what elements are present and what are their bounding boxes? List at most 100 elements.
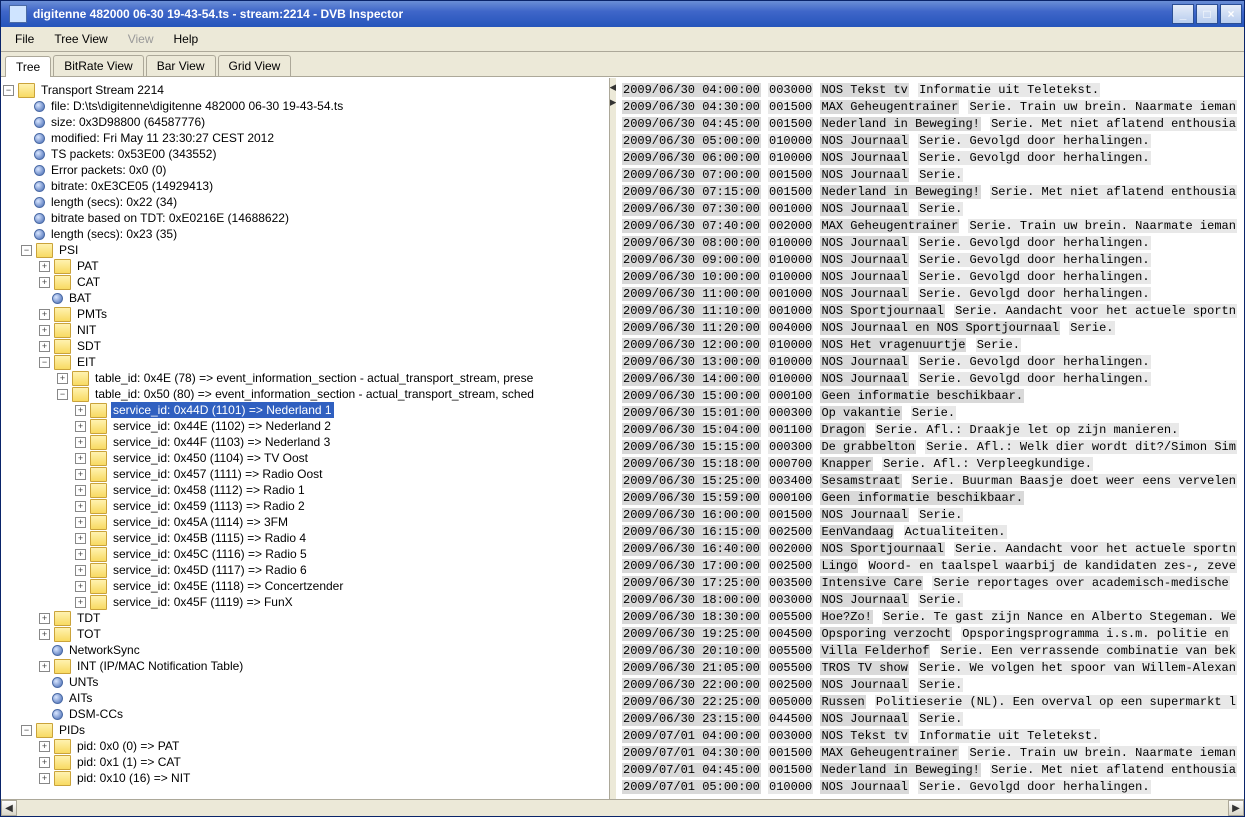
tree-toggle-icon[interactable]: + <box>75 597 86 608</box>
tree-toggle-icon[interactable]: + <box>75 437 86 448</box>
node-service-10[interactable]: +service_id: 0x45D (1117) => Radio 6 <box>3 562 607 578</box>
event-row[interactable]: 2009/06/30 18:00:00 003000 NOS Journaal … <box>622 592 1242 609</box>
tab-tree[interactable]: Tree <box>5 56 51 77</box>
event-row[interactable]: 2009/06/30 22:25:00 005000 Russen Politi… <box>622 694 1242 711</box>
event-row[interactable]: 2009/06/30 13:00:00 010000 NOS Journaal … <box>622 354 1242 371</box>
event-row[interactable]: 2009/06/30 04:00:00 003000 NOS Tekst tv … <box>622 82 1242 99</box>
node-service-5[interactable]: +service_id: 0x458 (1112) => Radio 1 <box>3 482 607 498</box>
event-row[interactable]: 2009/06/30 12:00:00 010000 NOS Het vrage… <box>622 337 1242 354</box>
node-service-1[interactable]: +service_id: 0x44E (1102) => Nederland 2 <box>3 418 607 434</box>
tree-toggle-icon[interactable]: + <box>39 261 50 272</box>
tree-toggle-icon[interactable]: + <box>39 341 50 352</box>
tree-toggle-icon[interactable]: + <box>39 629 50 640</box>
event-row[interactable]: 2009/06/30 11:20:00 004000 NOS Journaal … <box>622 320 1242 337</box>
menu-help[interactable]: Help <box>166 30 207 48</box>
event-row[interactable]: 2009/06/30 04:30:00 001500 MAX Geheugent… <box>622 99 1242 116</box>
menu-view[interactable]: View <box>120 30 162 48</box>
node-bitrate[interactable]: bitrate: 0xE3CE05 (14929413) <box>3 178 607 194</box>
event-row[interactable]: 2009/06/30 11:10:00 001000 NOS Sportjour… <box>622 303 1242 320</box>
event-pane[interactable]: 2009/06/30 04:00:00 003000 NOS Tekst tv … <box>616 78 1244 799</box>
tree-toggle-icon[interactable]: − <box>21 725 32 736</box>
tree-toggle-icon[interactable]: + <box>39 309 50 320</box>
menu-file[interactable]: File <box>7 30 42 48</box>
event-row[interactable]: 2009/06/30 21:05:00 005500 TROS TV show … <box>622 660 1242 677</box>
event-row[interactable]: 2009/07/01 05:00:00 010000 NOS Journaal … <box>622 779 1242 796</box>
node-service-4[interactable]: +service_id: 0x457 (1111) => Radio Oost <box>3 466 607 482</box>
tab-bar[interactable]: Bar View <box>146 55 216 76</box>
event-row[interactable]: 2009/06/30 23:15:00 044500 NOS Journaal … <box>622 711 1242 728</box>
event-row[interactable]: 2009/06/30 15:01:00 000300 Op vakantie S… <box>622 405 1242 422</box>
node-service-11[interactable]: +service_id: 0x45E (1118) => Concertzend… <box>3 578 607 594</box>
event-row[interactable]: 2009/06/30 15:18:00 000700 Knapper Serie… <box>622 456 1242 473</box>
event-row[interactable]: 2009/06/30 15:59:00 000100 Geen informat… <box>622 490 1242 507</box>
tree-toggle-icon[interactable]: + <box>39 613 50 624</box>
tree-toggle-icon[interactable]: + <box>39 741 50 752</box>
tree-toggle-icon[interactable]: + <box>39 325 50 336</box>
node-pids[interactable]: −PIDs <box>3 722 607 738</box>
event-row[interactable]: 2009/06/30 15:00:00 000100 Geen informat… <box>622 388 1242 405</box>
node-pid-10[interactable]: +pid: 0x10 (16) => NIT <box>3 770 607 786</box>
event-row[interactable]: 2009/07/01 04:30:00 001500 MAX Geheugent… <box>622 745 1242 762</box>
node-service-8[interactable]: +service_id: 0x45B (1115) => Radio 4 <box>3 530 607 546</box>
node-pid-0[interactable]: +pid: 0x0 (0) => PAT <box>3 738 607 754</box>
node-root[interactable]: −Transport Stream 2214 <box>3 82 607 98</box>
event-row[interactable]: 2009/06/30 15:15:00 000300 De grabbelton… <box>622 439 1242 456</box>
node-service-0[interactable]: +service_id: 0x44D (1101) => Nederland 1 <box>3 402 607 418</box>
node-pat[interactable]: +PAT <box>3 258 607 274</box>
node-length[interactable]: length (secs): 0x22 (34) <box>3 194 607 210</box>
node-nit[interactable]: +NIT <box>3 322 607 338</box>
node-service-9[interactable]: +service_id: 0x45C (1116) => Radio 5 <box>3 546 607 562</box>
tree-toggle-icon[interactable]: + <box>39 773 50 784</box>
tree-toggle-icon[interactable]: + <box>39 757 50 768</box>
node-tspackets[interactable]: TS packets: 0x53E00 (343552) <box>3 146 607 162</box>
tab-bitrate[interactable]: BitRate View <box>53 55 143 76</box>
node-int[interactable]: +INT (IP/MAC Notification Table) <box>3 658 607 674</box>
tree-toggle-icon[interactable]: + <box>75 485 86 496</box>
event-row[interactable]: 2009/06/30 18:30:00 005500 Hoe?Zo! Serie… <box>622 609 1242 626</box>
event-row[interactable]: 2009/06/30 16:15:00 002500 EenVandaag Ac… <box>622 524 1242 541</box>
node-modified[interactable]: modified: Fri May 11 23:30:27 CEST 2012 <box>3 130 607 146</box>
event-row[interactable]: 2009/06/30 07:30:00 001000 NOS Journaal … <box>622 201 1242 218</box>
node-psi[interactable]: −PSI <box>3 242 607 258</box>
event-row[interactable]: 2009/06/30 08:00:00 010000 NOS Journaal … <box>622 235 1242 252</box>
tree-toggle-icon[interactable]: − <box>57 389 68 400</box>
tree-toggle-icon[interactable]: + <box>75 549 86 560</box>
tree-toggle-icon[interactable]: + <box>39 661 50 672</box>
hscroll-right-icon[interactable]: ▶ <box>1228 800 1244 816</box>
hscrollbar[interactable]: ◀ ▶ <box>1 799 1244 816</box>
node-service-2[interactable]: +service_id: 0x44F (1103) => Nederland 3 <box>3 434 607 450</box>
node-aits[interactable]: AITs <box>3 690 607 706</box>
event-row[interactable]: 2009/06/30 16:00:00 001500 NOS Journaal … <box>622 507 1242 524</box>
tree-toggle-icon[interactable]: + <box>75 469 86 480</box>
event-row[interactable]: 2009/06/30 10:00:00 010000 NOS Journaal … <box>622 269 1242 286</box>
node-tot[interactable]: +TOT <box>3 626 607 642</box>
node-dsmcc[interactable]: DSM-CCs <box>3 706 607 722</box>
node-unts[interactable]: UNTs <box>3 674 607 690</box>
node-bitrate-tdt[interactable]: bitrate based on TDT: 0xE0216E (14688622… <box>3 210 607 226</box>
close-button[interactable]: × <box>1220 4 1242 24</box>
event-row[interactable]: 2009/06/30 15:25:00 003400 Sesamstraat S… <box>622 473 1242 490</box>
menu-tree-view[interactable]: Tree View <box>46 30 115 48</box>
event-row[interactable]: 2009/06/30 15:04:00 001100 Dragon Serie.… <box>622 422 1242 439</box>
tree-toggle-icon[interactable]: + <box>39 277 50 288</box>
node-size[interactable]: size: 0x3D98800 (64587776) <box>3 114 607 130</box>
tree-toggle-icon[interactable]: + <box>75 533 86 544</box>
node-pid-1[interactable]: +pid: 0x1 (1) => CAT <box>3 754 607 770</box>
event-row[interactable]: 2009/06/30 07:15:00 001500 Nederland in … <box>622 184 1242 201</box>
event-row[interactable]: 2009/06/30 04:45:00 001500 Nederland in … <box>622 116 1242 133</box>
event-row[interactable]: 2009/06/30 06:00:00 010000 NOS Journaal … <box>622 150 1242 167</box>
node-cat[interactable]: +CAT <box>3 274 607 290</box>
tree-toggle-icon[interactable]: + <box>75 421 86 432</box>
event-row[interactable]: 2009/06/30 05:00:00 010000 NOS Journaal … <box>622 133 1242 150</box>
node-sdt[interactable]: +SDT <box>3 338 607 354</box>
event-row[interactable]: 2009/06/30 11:00:00 001000 NOS Journaal … <box>622 286 1242 303</box>
tree-toggle-icon[interactable]: + <box>75 453 86 464</box>
tree-toggle-icon[interactable]: − <box>21 245 32 256</box>
event-row[interactable]: 2009/06/30 20:10:00 005500 Villa Felderh… <box>622 643 1242 660</box>
event-row[interactable]: 2009/06/30 22:00:00 002500 NOS Journaal … <box>622 677 1242 694</box>
node-service-3[interactable]: +service_id: 0x450 (1104) => TV Oost <box>3 450 607 466</box>
node-pmts[interactable]: +PMTs <box>3 306 607 322</box>
hscroll-left-icon[interactable]: ◀ <box>1 800 17 816</box>
node-service-12[interactable]: +service_id: 0x45F (1119) => FunX <box>3 594 607 610</box>
event-row[interactable]: 2009/06/30 07:00:00 001500 NOS Journaal … <box>622 167 1242 184</box>
